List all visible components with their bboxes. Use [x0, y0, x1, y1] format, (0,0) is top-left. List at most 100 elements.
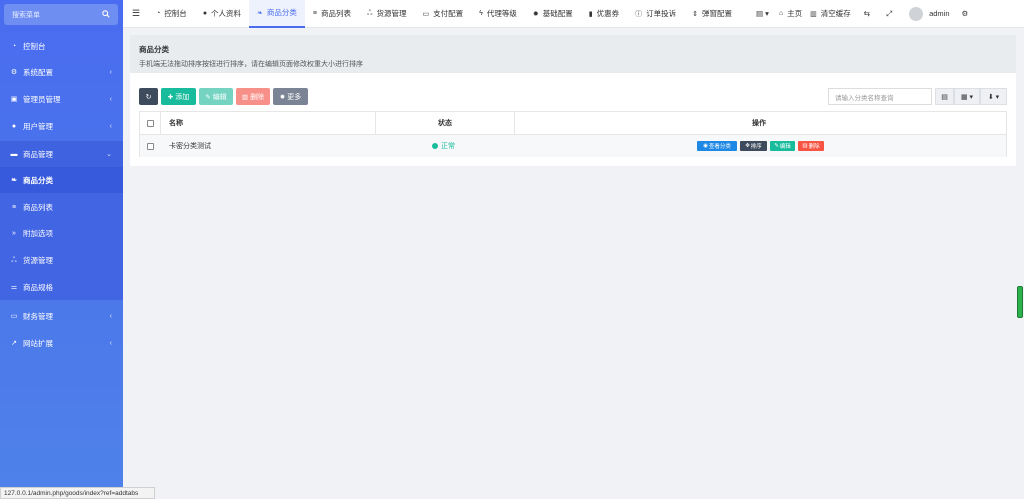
divider [375, 112, 376, 134]
category-table: 名称 状态 操作 卡密分类测试 正常 ◉ 查看分类 ✥ 排序 ✎ 编辑 ▥ 删除 [139, 111, 1007, 157]
clear-cache-button[interactable]: ▥ 清空缓存 [806, 0, 857, 28]
tab-label: 商品列表 [321, 9, 352, 18]
sidebar-item-supply-manage[interactable]: ஃ 货源管理 [0, 247, 123, 273]
status-dot-icon [432, 143, 438, 149]
bookmark-icon: ▮ [588, 10, 593, 18]
sort-label: 排序 [750, 144, 762, 150]
username: admin [929, 9, 950, 18]
list-icon: ≡ [11, 203, 17, 211]
sidebar-item-label: 商品分类 [23, 175, 53, 185]
chevron-left-icon: ‹ [109, 312, 112, 320]
leaf-icon: ❧ [257, 9, 263, 17]
user-menu[interactable]: admin [901, 0, 957, 28]
sidebar-item-site-extend[interactable]: ↗ 网站扩展 ‹ [0, 330, 123, 356]
column-header-ops: 操作 [752, 120, 766, 127]
tab-basic-config[interactable]: ✹ 基础配置 [525, 0, 581, 28]
sidebar-item-label: 管理员管理 [23, 94, 61, 104]
delete-label: 删除 [250, 93, 265, 101]
sitemap-icon: ஃ [11, 256, 17, 264]
columns-dropdown-button[interactable]: ▦ ▾ [954, 88, 980, 105]
clear-cache-label: 清空缓存 [820, 9, 851, 18]
tab-label: 代理等级 [486, 9, 517, 18]
sidebar-item-label: 用户管理 [23, 121, 53, 131]
sidebar-item-goods-manage[interactable]: ▬ 商品管理 ⌄ [0, 141, 123, 167]
row-checkbox[interactable] [147, 135, 154, 157]
tab-label: 控制台 [164, 9, 187, 18]
refresh-icon: ↻ [145, 93, 152, 101]
settings-button[interactable]: ⚙ [958, 0, 973, 28]
sidebar-item-extra-options[interactable]: » 附加选项 [0, 220, 123, 246]
sidebar-item-goods-list[interactable]: ≡ 商品列表 [0, 194, 123, 220]
tab-label: 个人资料 [211, 9, 242, 18]
tab-label: 基础配置 [542, 9, 573, 18]
category-search-input[interactable]: 请输入分类名称查询 [828, 88, 932, 105]
user-group-icon: ▣ [10, 96, 18, 103]
pencil-icon: ✎ [205, 93, 211, 101]
sort-handle-button[interactable]: ✥ 排序 [740, 141, 767, 151]
select-all-checkbox[interactable] [147, 112, 154, 134]
tab-supply-manage[interactable]: ஃ 货源管理 [359, 0, 415, 28]
scroll-indicator[interactable] [1017, 286, 1023, 318]
refresh-button[interactable]: ↻ [139, 88, 158, 105]
more-label: 更多 [287, 93, 302, 101]
row-edit-button[interactable]: ✎ 编辑 [770, 141, 795, 151]
sidebar-item-system-config[interactable]: ⚙ 系统配置 ‹ [0, 59, 123, 85]
sidebar-item-dashboard[interactable]: ◔ 控制台 [0, 33, 123, 59]
list-icon: ≡ [312, 10, 318, 17]
sidebar-item-admin-manage[interactable]: ▣ 管理员管理 ‹ [0, 86, 123, 112]
sidebar: 搜索菜单 ◔ 控制台 ⚙ 系统配置 ‹ ▣ 管理员管理 ‹ ● 用户管理 ‹ ▬… [0, 0, 123, 499]
tab-dashboard[interactable]: ◔ 控制台 [148, 0, 195, 28]
home-link[interactable]: ⌂ 主页 [775, 0, 806, 28]
search-icon[interactable] [102, 9, 110, 20]
search-placeholder: 请输入分类名称查询 [835, 94, 894, 102]
table-row [140, 135, 1006, 157]
sidebar-item-goods-spec[interactable]: ⚌ 商品规格 [0, 274, 123, 300]
sidebar-item-goods-category[interactable]: ❧ 商品分类 [0, 167, 123, 193]
toggle-view-button[interactable]: ▤ [935, 88, 954, 105]
home-label: 主页 [787, 9, 803, 18]
tab-goods-list[interactable]: ≡ 商品列表 [305, 0, 359, 28]
tab-coupon[interactable]: ▮ 优惠券 [581, 0, 627, 28]
sidebar-item-user-manage[interactable]: ● 用户管理 ‹ [0, 113, 123, 139]
tab-order-complaint[interactable]: ⓘ 订单投诉 [627, 0, 684, 28]
tab-agent-level[interactable]: ϟ 代理等级 [471, 0, 525, 28]
delete-label: 删除 [808, 144, 820, 150]
view-label: 查看分类 [708, 144, 731, 150]
tab-goods-category[interactable]: ❧ 商品分类 [249, 0, 305, 28]
tab-label: 货源管理 [376, 9, 407, 18]
edit-label: 编辑 [779, 144, 791, 150]
trash-icon: ▥ [810, 10, 817, 18]
tabs-dropdown-button[interactable]: ▤ ▾ [740, 0, 775, 28]
view-category-button[interactable]: ◉ 查看分类 [697, 141, 737, 151]
sidebar-search[interactable]: 搜索菜单 [4, 4, 118, 25]
delete-button[interactable]: ▥ 删除 [236, 88, 270, 105]
tab-popup-config[interactable]: ⇕ 弹窗配置 [684, 0, 740, 28]
move-icon: ✥ [745, 143, 750, 149]
edit-button[interactable]: ✎ 编辑 [199, 88, 233, 105]
tab-profile[interactable]: ● 个人资料 [195, 0, 249, 28]
top-navbar: ☰ ◔ 控制台 ● 个人资料 ❧ 商品分类 ≡ 商品列表 ஃ 货源管理 ▭ 支付… [123, 0, 1024, 28]
fullscreen-button[interactable]: ⤢ [877, 0, 901, 28]
add-button[interactable]: ✚ 添加 [161, 88, 196, 105]
pencil-icon: ✎ [774, 143, 779, 149]
sliders-icon: ⚌ [10, 284, 18, 291]
wallet-icon: ▭ [10, 313, 18, 320]
sidebar-item-label: 附加选项 [23, 228, 53, 238]
sidebar-item-finance[interactable]: ▭ 财务管理 ‹ [0, 303, 123, 329]
export-dropdown-button[interactable]: ⬇ ▾ [980, 88, 1007, 105]
menu-toggle-button[interactable]: ☰ [123, 0, 148, 28]
translate-button[interactable]: ⇆ [857, 0, 877, 28]
chevron-down-icon: ⌄ [106, 151, 112, 158]
more-button[interactable]: ✹ 更多 [273, 88, 308, 105]
divider [140, 134, 1006, 135]
panel-title: 商品分类 [139, 45, 169, 54]
row-delete-button[interactable]: ▥ 删除 [798, 141, 824, 151]
credit-card-icon: ▭ [422, 10, 430, 18]
tab-pay-config[interactable]: ▭ 支付配置 [415, 0, 472, 28]
gear-icon: ✹ [279, 93, 286, 101]
chevron-left-icon: ‹ [109, 95, 112, 103]
sidebar-item-label: 控制台 [23, 41, 46, 51]
dashboard-icon: ◔ [156, 10, 161, 17]
cart-icon: ▬ [10, 150, 18, 158]
plus-icon: ✚ [167, 93, 174, 101]
